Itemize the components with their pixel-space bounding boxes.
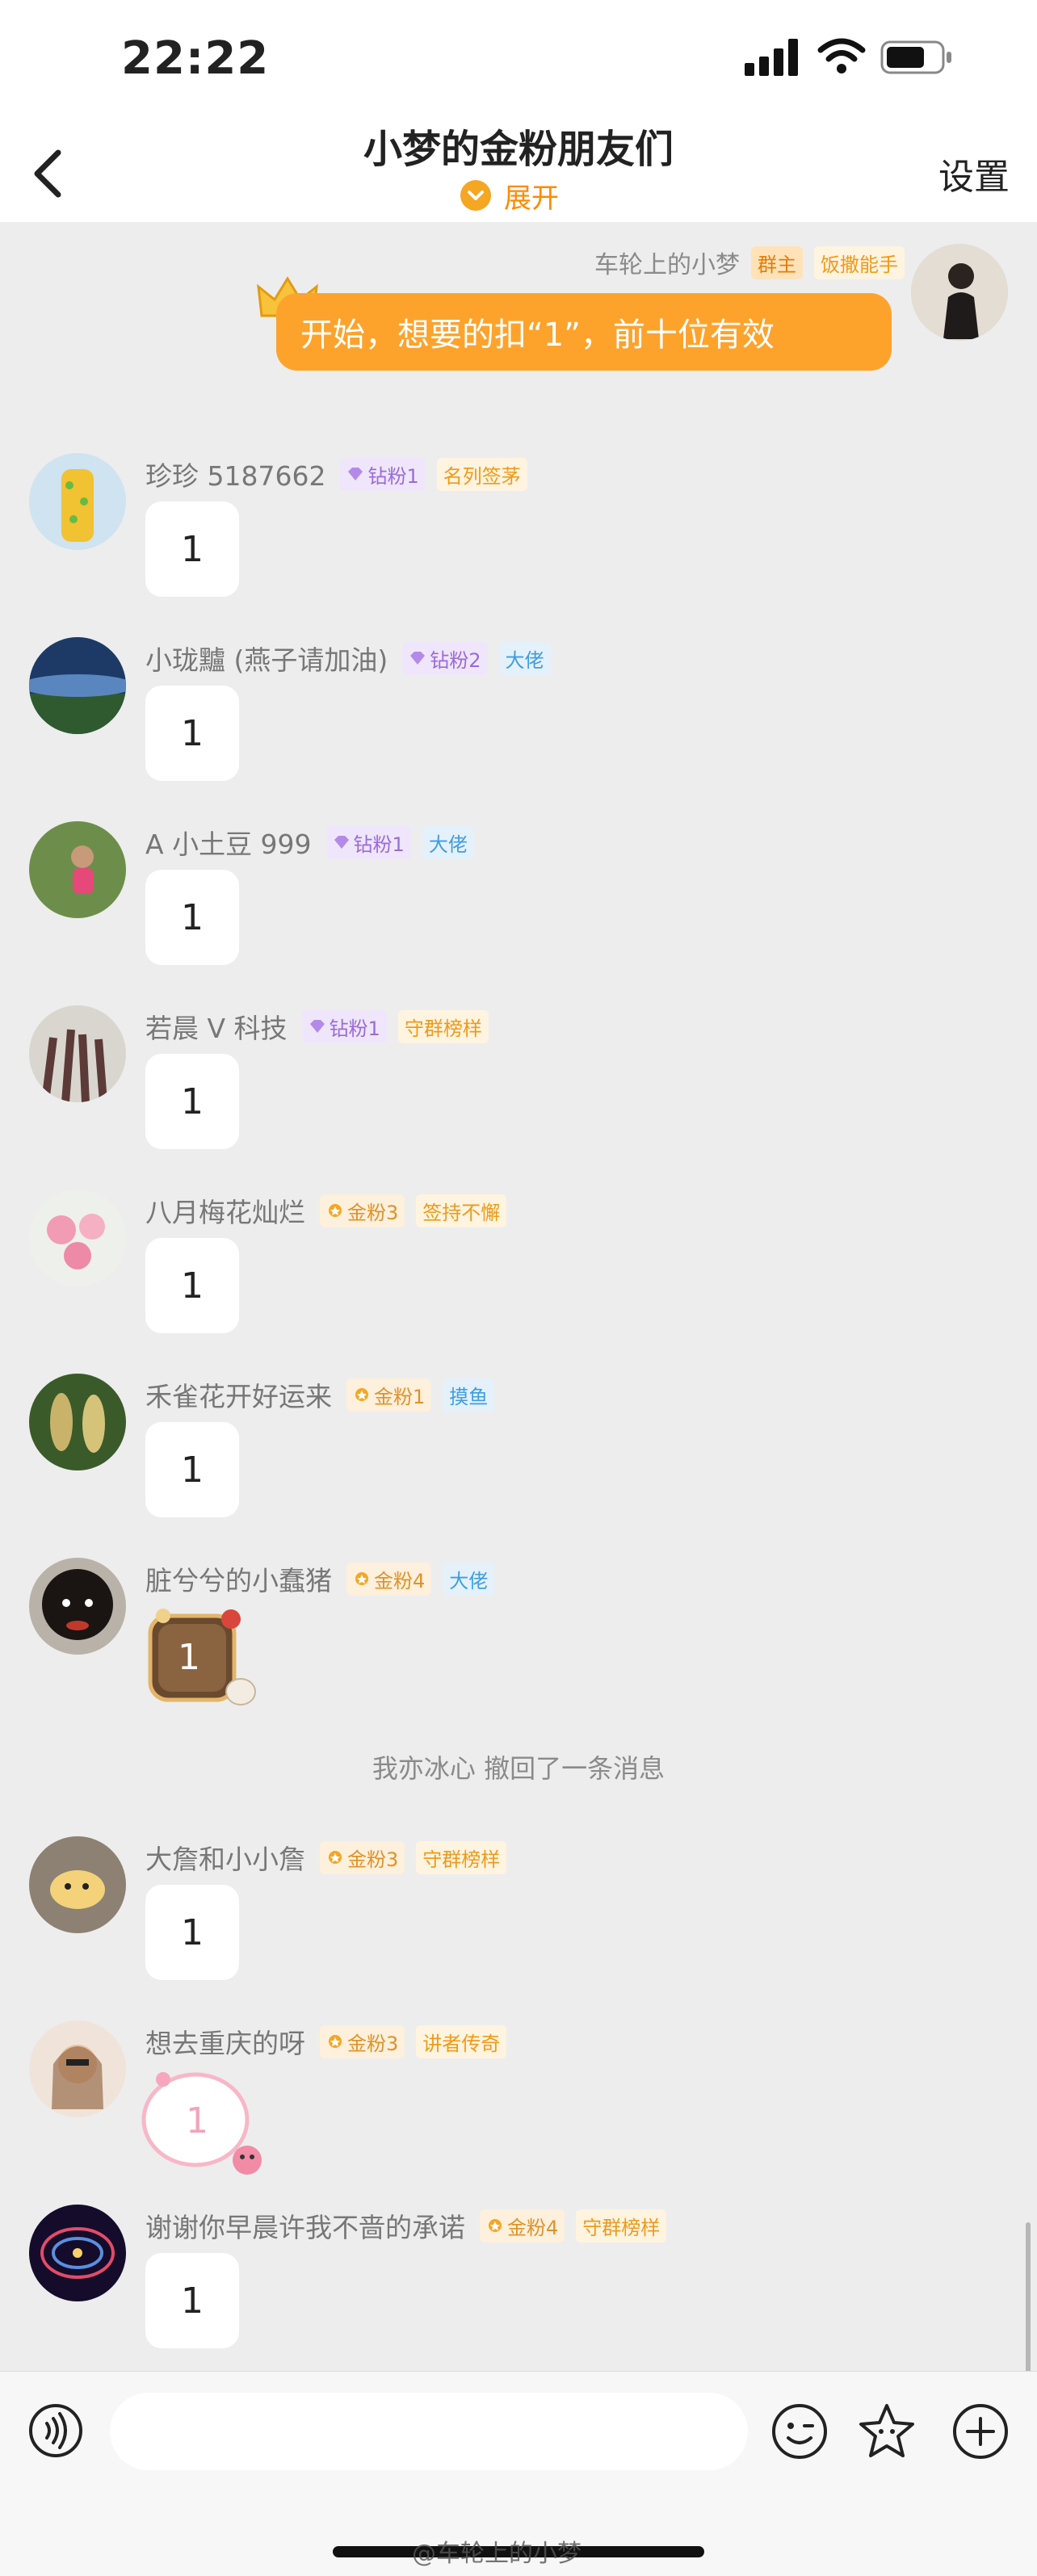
gold-fan-icon xyxy=(355,1572,368,1585)
user-name: A 小土豆 999 xyxy=(145,829,312,860)
message-bubble[interactable]: 1 xyxy=(145,1422,239,1517)
decorated-message-bubble[interactable]: 1 xyxy=(139,2065,268,2178)
system-notice: 我亦冰心 撤回了一条消息 xyxy=(372,1753,665,1784)
avatar[interactable] xyxy=(29,821,126,918)
owner-meta: 车轮上的小梦 群主 饭撒能手 xyxy=(594,245,916,280)
user-title-tag: 大佬 xyxy=(443,1562,495,1596)
expand-label: 展开 xyxy=(504,182,559,215)
avatar[interactable] xyxy=(29,2020,126,2117)
fan-level-badge: 金粉1 xyxy=(346,1378,432,1412)
message-item: 脏兮兮的小蠢猪 金粉4 大佬 1 xyxy=(0,1558,1037,1719)
message-item: 想去重庆的呀 金粉3 讲者传奇 1 xyxy=(0,2020,1037,2182)
owner-avatar[interactable] xyxy=(911,244,1008,341)
fan-level-badge: 金粉4 xyxy=(346,1562,432,1596)
message-bubble[interactable]: 1 xyxy=(145,2253,239,2348)
avatar[interactable] xyxy=(29,1558,126,1655)
expand-button[interactable]: 展开 xyxy=(460,175,559,216)
avatar[interactable] xyxy=(29,1005,126,1102)
fan-level-badge: 钻粉1 xyxy=(325,825,411,859)
user-title-tag: 守群榜样 xyxy=(397,1009,489,1043)
gold-fan-icon xyxy=(355,1388,368,1401)
user-name: 八月梅花灿烂 xyxy=(145,1197,305,1228)
gold-fan-icon xyxy=(329,1851,342,1864)
user-title-tag: 守群榜样 xyxy=(576,2209,667,2242)
message-bubble[interactable]: 1 xyxy=(145,1885,239,1980)
avatar[interactable] xyxy=(29,637,126,734)
message-bubble[interactable]: 1 xyxy=(145,686,239,781)
gold-fan-icon xyxy=(329,1204,342,1217)
message-bubble[interactable]: 1 xyxy=(145,1238,239,1333)
message-bubble[interactable]: 1 xyxy=(145,1054,239,1149)
wifi-icon xyxy=(817,38,866,73)
diamond-icon xyxy=(309,1020,325,1033)
add-more-icon[interactable] xyxy=(951,2402,1010,2461)
watermark: @车轮上的小梦 xyxy=(412,2540,581,2568)
owner-message-bubble[interactable]: 开始，想要的扣“1”，前十位有效 xyxy=(276,293,892,371)
message-text: 1 xyxy=(178,1637,200,1678)
user-title-tag: 守群榜样 xyxy=(416,1840,507,1874)
fan-level-badge: 钻粉1 xyxy=(340,457,426,491)
chat-area[interactable]: 车轮上的小梦 群主 饭撒能手 开始，想要的扣“1”，前十位有效 珍珍 51876… xyxy=(0,222,1037,2529)
user-title-tag: 大佬 xyxy=(498,641,551,675)
decorated-message-bubble[interactable]: 1 xyxy=(145,1606,258,1711)
message-item: 小珑黸 (燕子请加油) 钻粉2 大佬 1 xyxy=(0,637,1037,799)
user-name: 脏兮兮的小蠢猪 xyxy=(145,1565,332,1596)
fan-level-badge: 金粉3 xyxy=(320,1194,405,1227)
user-name: 想去重庆的呀 xyxy=(145,2028,305,2059)
diamond-icon xyxy=(334,836,349,849)
owner-name: 车轮上的小梦 xyxy=(594,251,740,279)
fan-level-badge: 金粉3 xyxy=(320,2024,405,2058)
owner-tag: 群主 xyxy=(751,245,803,279)
input-bar: @车轮上的小梦 xyxy=(0,2371,1037,2576)
gold-fan-icon xyxy=(329,2035,342,2048)
emoji-icon[interactable] xyxy=(770,2402,829,2461)
message-bubble[interactable]: 1 xyxy=(145,501,239,597)
message-item: A 小土豆 999 钻粉1 大佬 1 xyxy=(0,821,1037,983)
settings-button[interactable]: 设置 xyxy=(938,148,1010,199)
voice-input-icon[interactable] xyxy=(27,2402,84,2459)
user-name: 珍珍 5187662 xyxy=(145,460,326,492)
user-name: 禾雀花开好运来 xyxy=(145,1381,332,1412)
message-item: 大詹和小小詹 金粉3 守群榜样 1 xyxy=(0,1836,1037,1998)
avatar[interactable] xyxy=(29,2205,126,2301)
cellular-signal-icon xyxy=(745,39,798,76)
user-title-tag: 签持不懈 xyxy=(416,1194,507,1227)
diamond-icon xyxy=(348,468,363,480)
user-name: 大詹和小小詹 xyxy=(145,1844,305,1875)
user-title-tag: 大佬 xyxy=(422,825,474,859)
chevron-down-icon xyxy=(460,180,491,211)
avatar[interactable] xyxy=(29,453,126,550)
sticker-icon[interactable] xyxy=(856,2401,917,2462)
user-name: 小珑黸 (燕子请加油) xyxy=(145,644,388,676)
fan-level-badge: 钻粉2 xyxy=(402,641,488,675)
fan-level-badge: 钻粉1 xyxy=(301,1009,387,1043)
message-item: 若晨 V 科技 钻粉1 守群榜样 1 xyxy=(0,1005,1037,1167)
user-title-tag: 讲者传奇 xyxy=(416,2024,507,2058)
fan-level-badge: 金粉3 xyxy=(320,1840,405,1874)
user-name: 谢谢你早晨许我不啬的承诺 xyxy=(145,2212,465,2243)
fan-level-badge: 金粉4 xyxy=(480,2209,565,2242)
status-time: 22:22 xyxy=(121,32,270,85)
chat-header: 小梦的金粉朋友们 展开 设置 xyxy=(0,109,1037,222)
gold-fan-icon xyxy=(489,2219,502,2232)
user-title-tag: 名列签茅 xyxy=(436,457,527,491)
avatar[interactable] xyxy=(29,1374,126,1471)
message-item: 珍珍 5187662 钻粉1 名列签茅 1 xyxy=(0,453,1037,615)
message-text: 1 xyxy=(186,2100,208,2142)
group-title: 小梦的金粉朋友们 xyxy=(363,127,674,172)
user-name: 若晨 V 科技 xyxy=(145,1013,288,1044)
message-item: 禾雀花开好运来 金粉1 摸鱼 1 xyxy=(0,1374,1037,1535)
message-item: 谢谢你早晨许我不啬的承诺 金粉4 守群榜样 1 xyxy=(0,2205,1037,2366)
message-item: 八月梅花灿烂 金粉3 签持不懈 1 xyxy=(0,1189,1037,1351)
status-bar: 22:22 xyxy=(0,0,1037,109)
diamond-icon xyxy=(410,652,426,665)
message-input[interactable] xyxy=(110,2393,748,2470)
user-title-tag: 摸鱼 xyxy=(443,1378,495,1412)
avatar[interactable] xyxy=(29,1836,126,1933)
avatar[interactable] xyxy=(29,1189,126,1286)
owner-title-tag: 饭撒能手 xyxy=(814,245,905,279)
message-bubble[interactable]: 1 xyxy=(145,870,239,965)
battery-icon xyxy=(880,40,951,74)
bubble-frame-decoration xyxy=(148,1609,256,1705)
